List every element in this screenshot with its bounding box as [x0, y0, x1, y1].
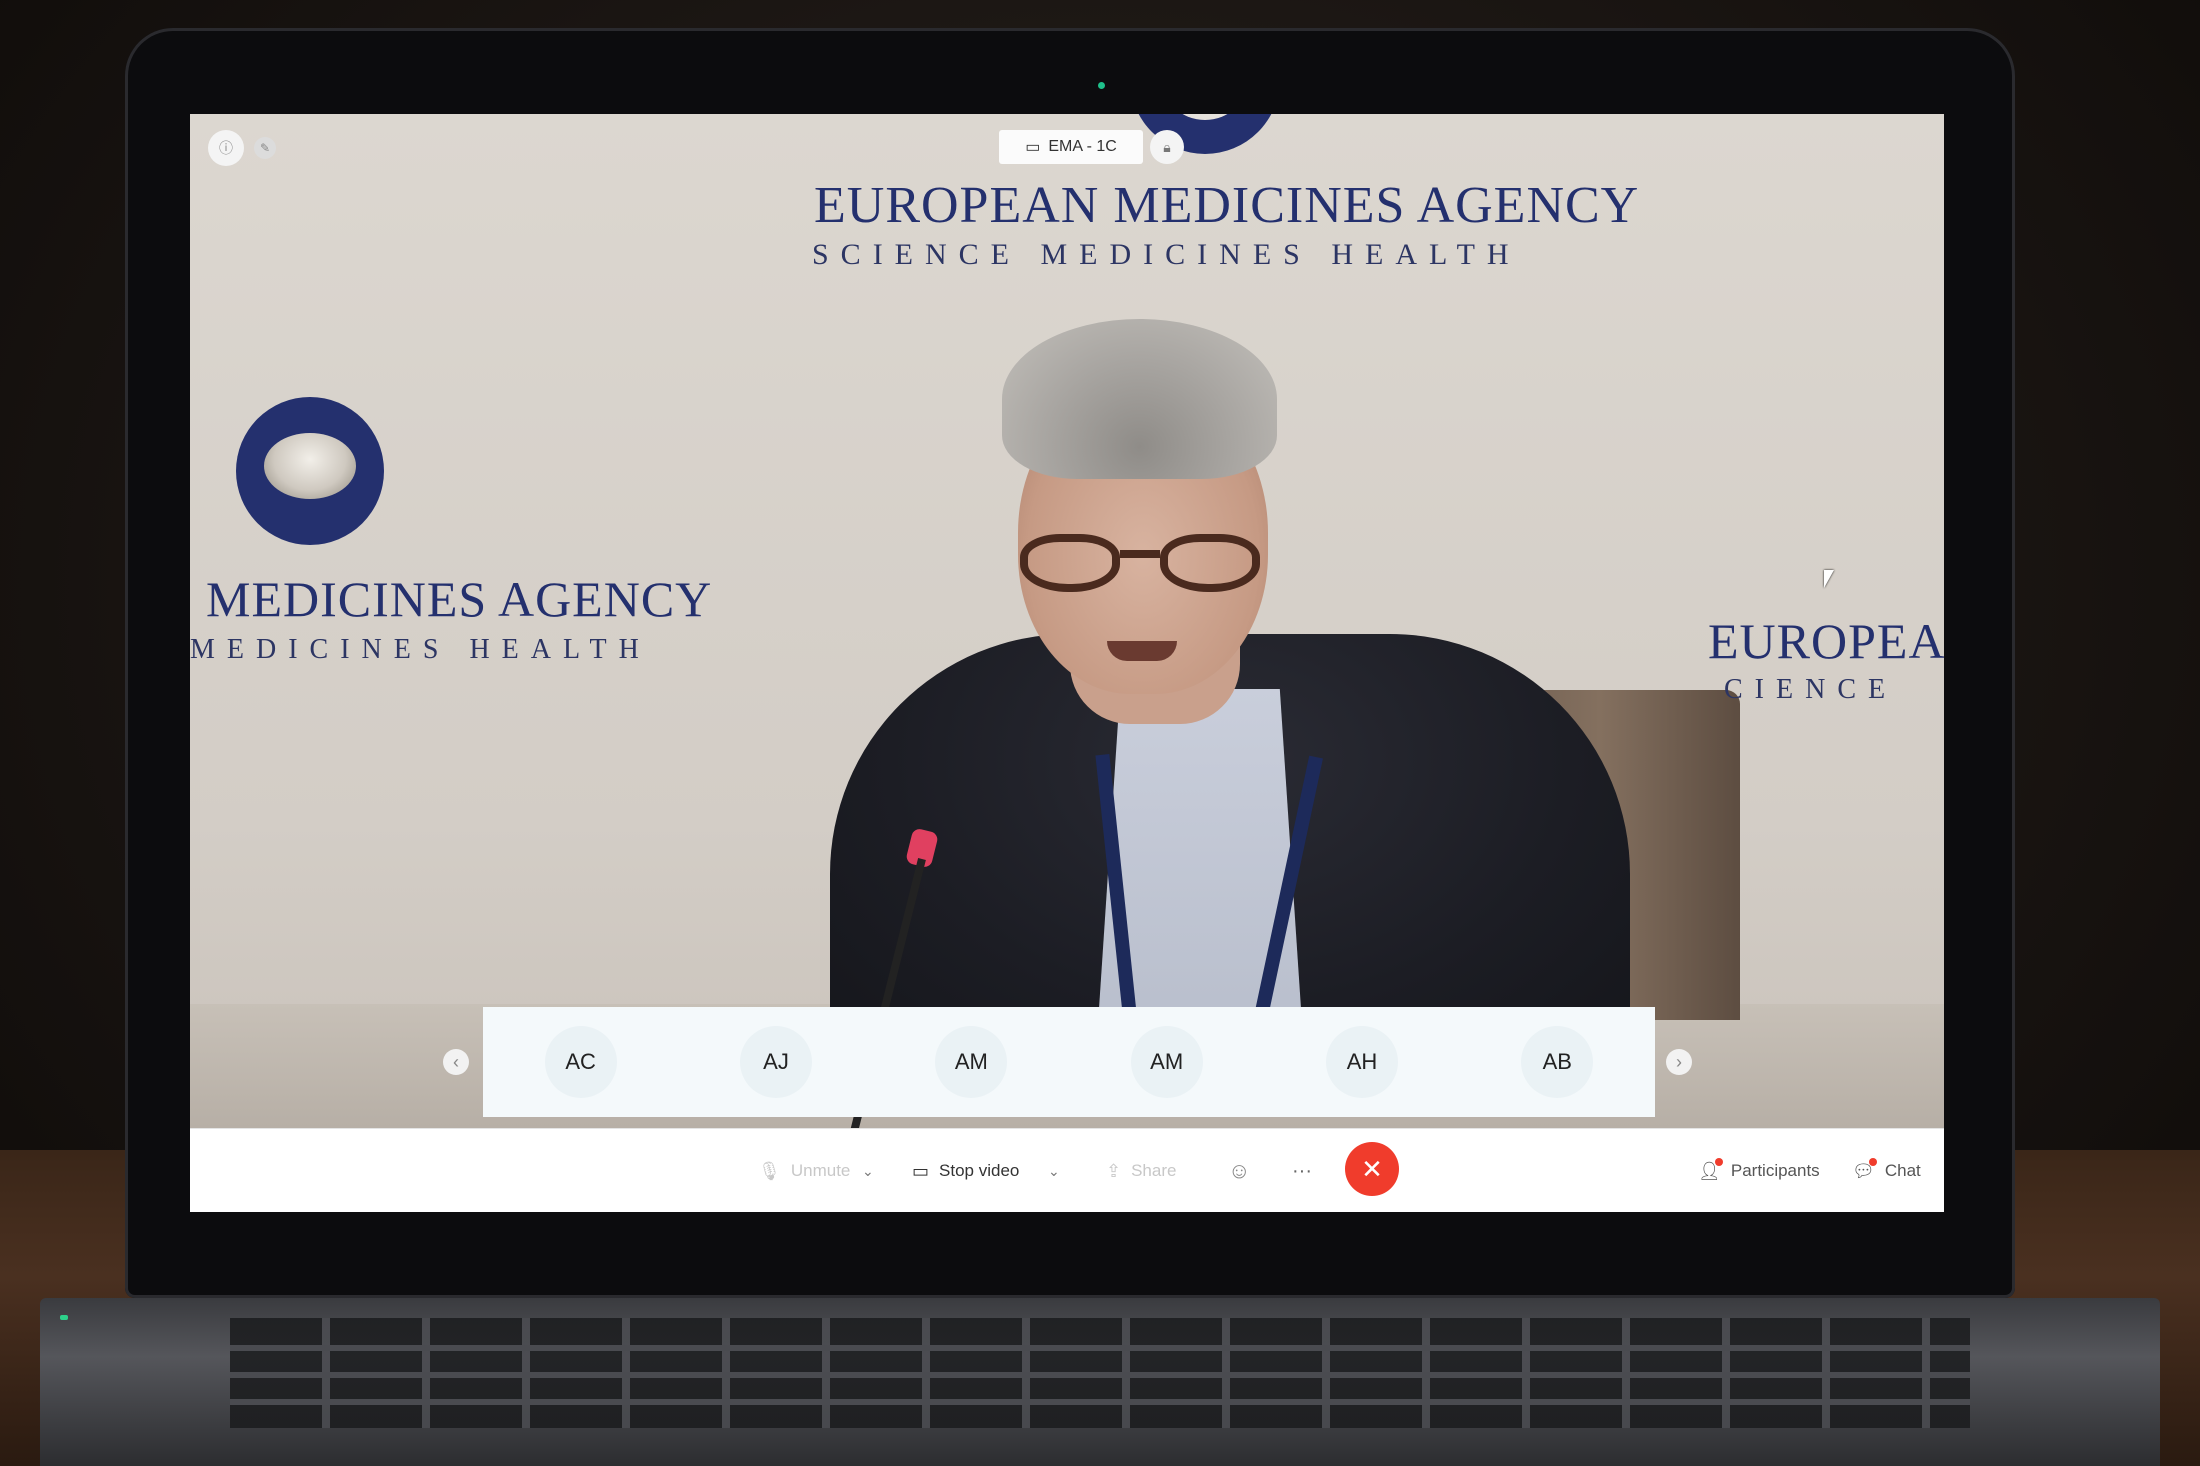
strip-next-button[interactable]: › [1666, 1049, 1692, 1075]
speaker-glasses [1020, 534, 1270, 594]
agency-tagline-left: MEDICINES HEALTH [190, 634, 651, 665]
audio-options-chevron-icon[interactable]: ⌄ [862, 1129, 874, 1212]
agency-name-center: EUROPEAN MEDICINES AGENCY [814, 177, 1640, 234]
ema-logo-left [236, 397, 384, 545]
webcam-led [1098, 82, 1105, 89]
participants-label: Participants [1730, 1161, 1820, 1180]
share-icon: ⇪ [1106, 1160, 1122, 1181]
power-led [60, 1315, 68, 1320]
more-options-button[interactable]: ··· [1292, 1129, 1312, 1212]
video-options-chevron-icon[interactable]: ⌄ [1048, 1129, 1060, 1212]
participant-avatar[interactable]: AM [1130, 1026, 1203, 1098]
chat-label: Chat [1884, 1161, 1921, 1180]
video-camera-icon: ▭ [912, 1160, 930, 1181]
meeting-control-bar: 🎙︎ Unmute ⌄ ▭ Stop video ⌄ ⇪ Share ☺ ···… [190, 1128, 1944, 1212]
keyboard-row-gap [230, 1372, 1970, 1378]
chat-button[interactable]: 💬︎ Chat [1852, 1129, 1921, 1212]
strip-prev-button[interactable]: ‹ [443, 1049, 469, 1075]
participant-strip: AC AJ AM AM AH AB [483, 1007, 1655, 1117]
mouse-cursor-icon [1824, 570, 1834, 588]
stop-video-label: Stop video [939, 1161, 1020, 1180]
reactions-smiley-icon[interactable]: ☺ [1228, 1129, 1250, 1212]
room-name: EMA - 1C [1048, 138, 1117, 155]
unmute-label: Unmute [790, 1161, 851, 1180]
share-button[interactable]: ⇪ Share [1106, 1129, 1176, 1212]
participants-icon: 👤︎ [1698, 1157, 1723, 1181]
agency-tagline-center: SCIENCE MEDICINES HEALTH [812, 238, 1521, 271]
microphone-off-icon: 🎙︎ [758, 1160, 781, 1181]
info-icon[interactable]: ⓘ [208, 130, 244, 166]
speaker-mouth [1107, 641, 1177, 661]
agency-tagline-right: CIENCE [1724, 674, 1898, 705]
meeting-screen: EUROPEAN MEDICINES AGENCY SCIENCE MEDICI… [190, 114, 1944, 1212]
participant-avatar[interactable]: AJ [739, 1026, 812, 1098]
lock-icon[interactable]: 🔒︎ [1150, 130, 1184, 164]
pin-icon[interactable]: ✎ [254, 137, 276, 159]
speaker-video: EUROPEAN MEDICINES AGENCY SCIENCE MEDICI… [190, 114, 1944, 1132]
participant-avatar[interactable]: AC [544, 1026, 617, 1098]
agency-name-right: EUROPEAN [1708, 613, 1944, 669]
keyboard-row-gap [230, 1345, 1970, 1351]
share-label: Share [1131, 1161, 1177, 1180]
keyboard-row-gap [230, 1399, 1970, 1405]
room-name-badge[interactable]: ▭ EMA - 1C [999, 130, 1143, 164]
participant-avatar[interactable]: AM [935, 1026, 1008, 1098]
participant-avatar[interactable]: AH [1325, 1026, 1398, 1098]
participants-button[interactable]: 👤︎ Participants [1698, 1129, 1820, 1212]
end-call-button[interactable]: ✕ [1345, 1142, 1399, 1196]
speaker-hair [1002, 319, 1277, 479]
agency-name-left: MEDICINES AGENCY [206, 571, 713, 627]
display-icon: ▭ [1025, 139, 1041, 156]
chat-bubble-icon: 💬︎ [1852, 1157, 1877, 1181]
unmute-button[interactable]: 🎙︎ Unmute [758, 1129, 850, 1212]
stop-video-button[interactable]: ▭ Stop video [912, 1129, 1019, 1212]
participant-avatar[interactable]: AB [1521, 1026, 1594, 1098]
